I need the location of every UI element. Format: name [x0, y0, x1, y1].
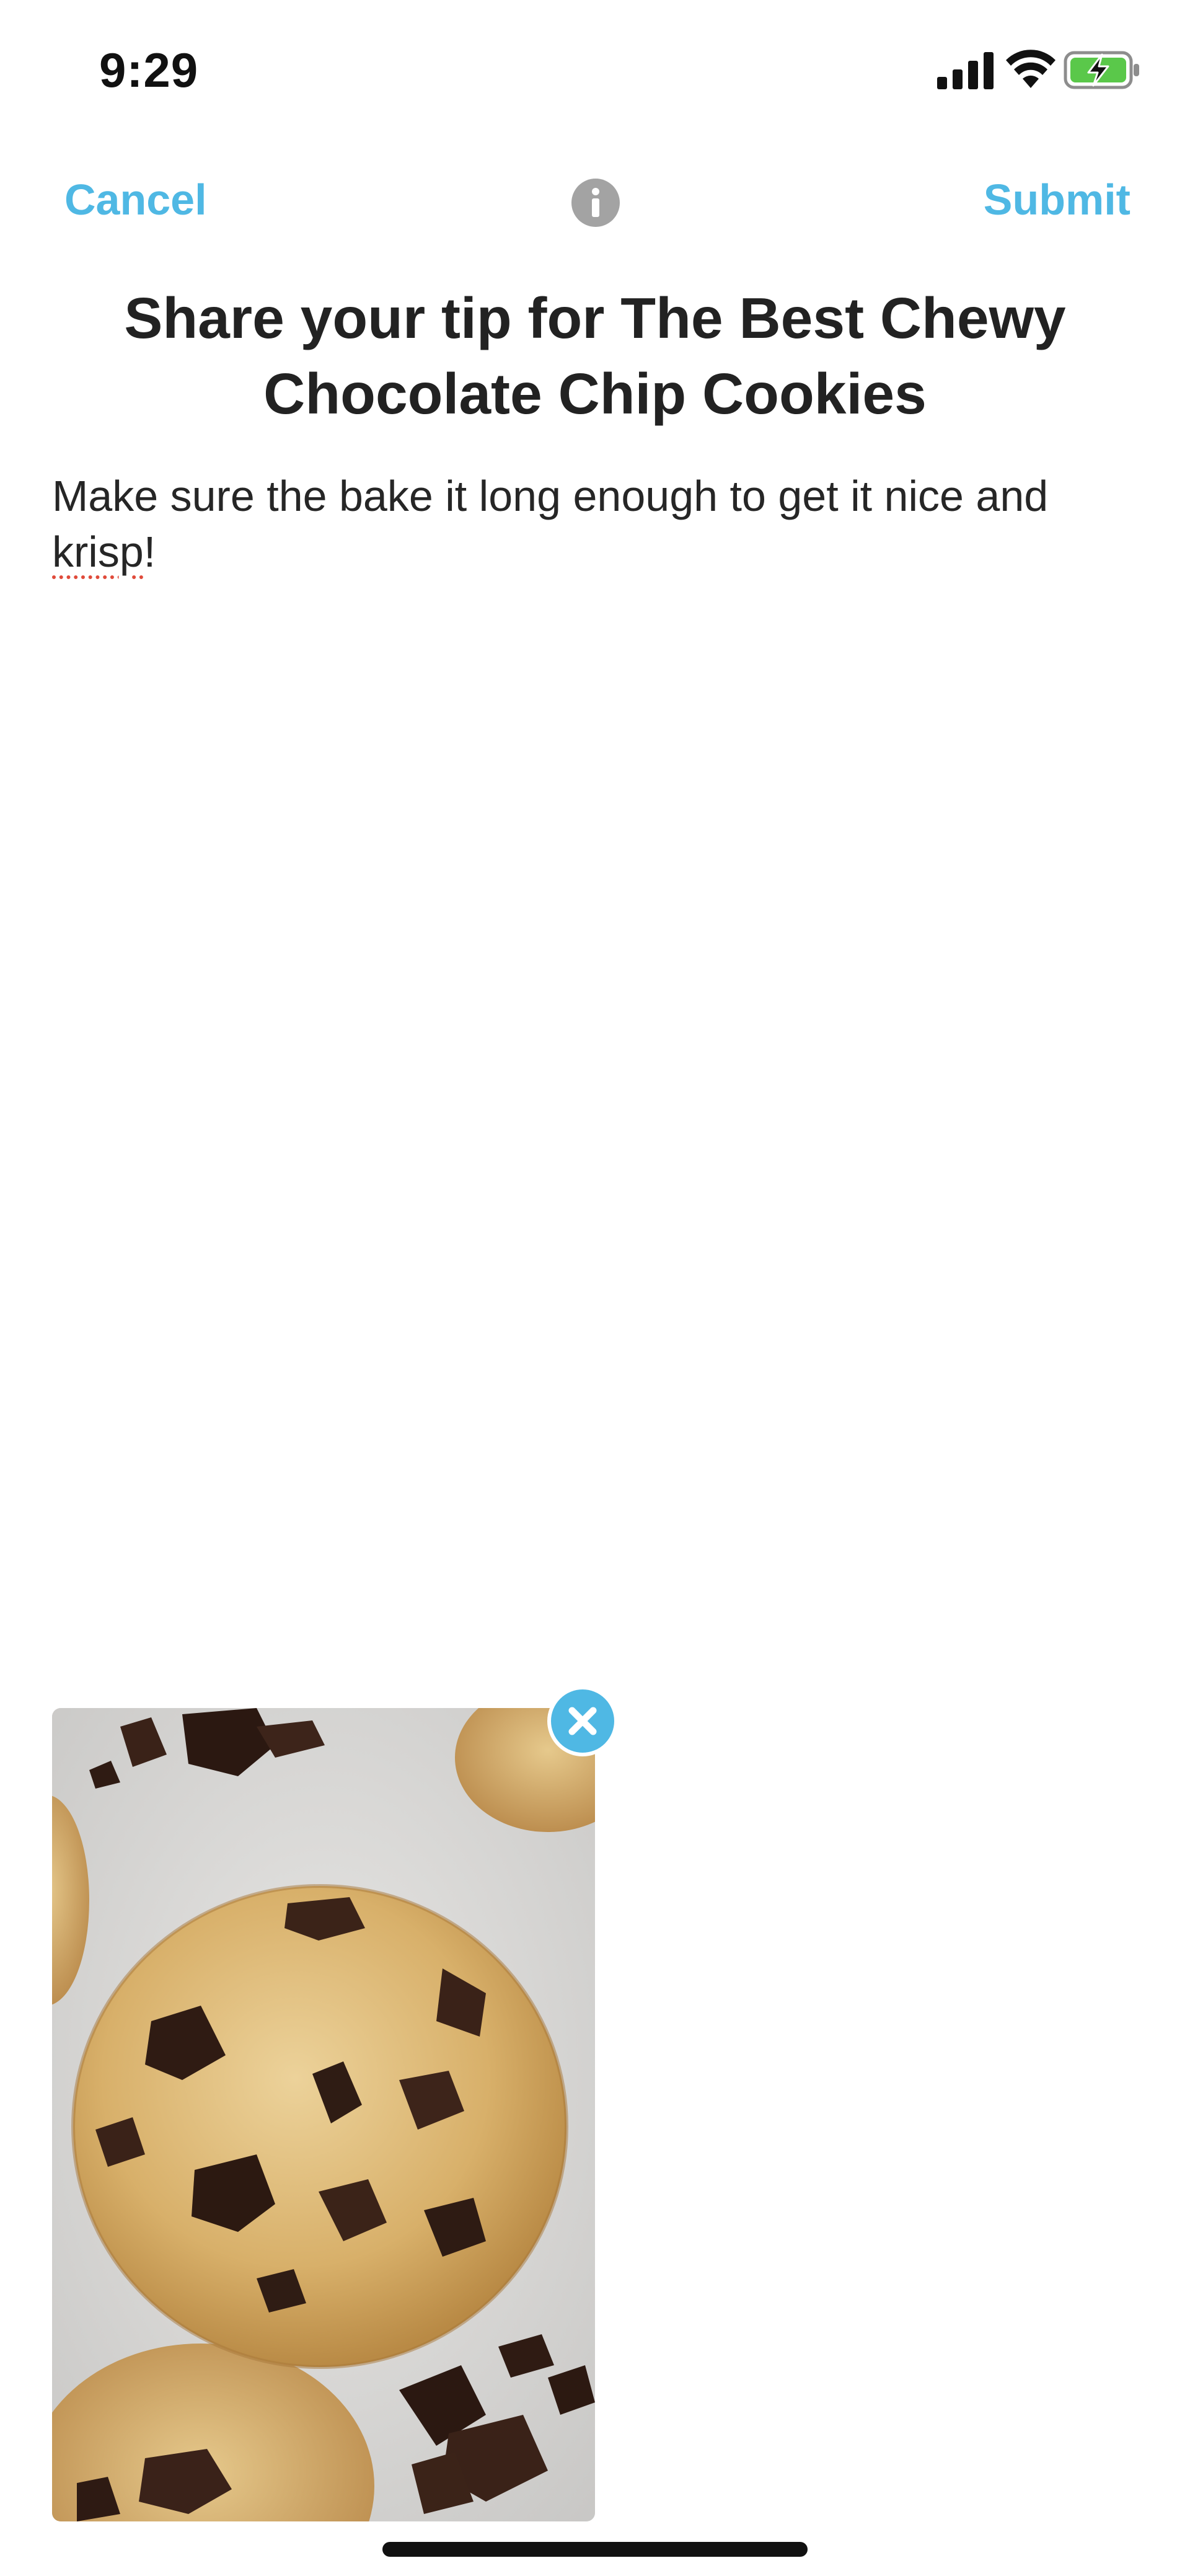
- nav-bar: Cancel Submit: [0, 167, 1190, 236]
- misspelled-word: krisp: [52, 528, 144, 576]
- cancel-button[interactable]: Cancel: [64, 175, 207, 224]
- close-icon: [568, 1707, 597, 1735]
- page-title: Share your tip for The Best Chewy Chocol…: [124, 286, 1066, 426]
- status-bar: 9:29: [0, 0, 1190, 143]
- status-time: 9:29: [99, 43, 199, 97]
- tip-text-part: Make sure the bake it long enough to get…: [52, 472, 1049, 520]
- info-icon[interactable]: [571, 179, 620, 227]
- cookie-photo: [52, 1708, 595, 2521]
- signal-icon: [937, 52, 994, 89]
- tip-text-input[interactable]: Make sure the bake it long enough to get…: [52, 468, 1155, 580]
- wifi-icon: [1006, 50, 1056, 88]
- remove-photo-button[interactable]: [547, 1686, 618, 1756]
- battery-charging-icon: [1064, 51, 1139, 89]
- tip-text-part: !: [143, 528, 156, 576]
- submit-button[interactable]: Submit: [984, 175, 1130, 224]
- attached-photo[interactable]: [52, 1708, 595, 2521]
- home-indicator[interactable]: [382, 2542, 808, 2557]
